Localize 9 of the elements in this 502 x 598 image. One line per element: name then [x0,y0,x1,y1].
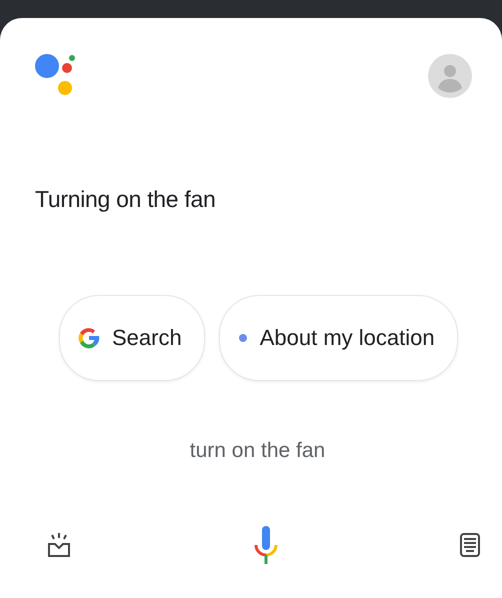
suggestion-chip[interactable]: Search [59,295,205,381]
google-logo-icon [78,326,100,350]
query-text: turn on the fan [188,439,326,463]
suggestion-chip[interactable]: About my location [218,295,458,381]
dot-icon [238,333,248,343]
keyboard-icon[interactable] [460,533,480,557]
microphone-icon[interactable] [252,525,278,565]
tray-icon[interactable] [47,532,71,558]
response-text: Turning on the fan [35,186,216,213]
